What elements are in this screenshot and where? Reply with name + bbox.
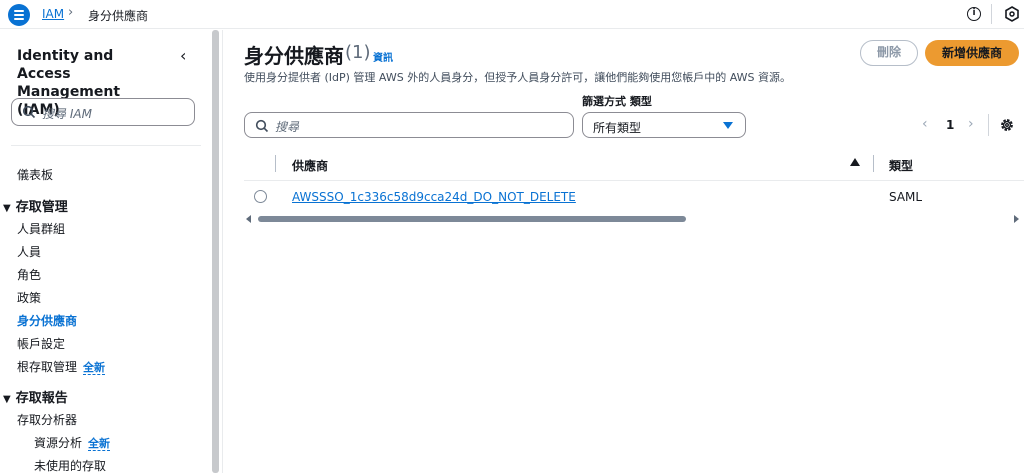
page-title: 身分供應商 [244,44,344,68]
type-filter-value: 所有類型 [593,121,642,135]
column-header-type[interactable]: 類型 [889,157,913,174]
new-badge: 全新 [83,361,106,375]
chevron-left-icon[interactable]: ‹ [180,46,186,65]
sidebar: Identity and Access Management (IAM) ‹ 搜… [0,30,222,473]
sidebar-item-dashboard[interactable]: 儀表板 [17,166,53,183]
sidebar-item-user-groups[interactable]: 人員群組 [17,220,65,237]
delete-button[interactable]: 刪除 [860,40,918,66]
sidebar-search-placeholder: 搜尋 IAM [42,107,92,121]
column-divider [275,155,276,172]
sidebar-item-resource-analysis[interactable]: 資源分析 全新 [34,434,111,451]
pagination-divider [988,114,989,136]
breadcrumb-current: 身分供應商 [88,9,149,23]
sidebar-item-unused-access[interactable]: 未使用的存取 [34,457,106,473]
sidebar-item-access-analyzer[interactable]: 存取分析器 [17,411,77,428]
scroll-right-icon[interactable] [1014,215,1019,223]
sidebar-border [222,30,223,473]
sidebar-item-identity-providers[interactable]: 身分供應商 [17,312,77,329]
caret-down-icon: ▼ [3,203,11,214]
add-provider-button[interactable]: 新增供應商 [925,40,1019,66]
type-filter-select[interactable]: 所有類型 [582,112,746,138]
filter-type-label: 篩選方式 類型 [582,95,652,108]
provider-name-link[interactable]: AWSSSO_1c336c58d9cca24d_DO_NOT_DELETE [292,190,576,204]
scroll-left-icon[interactable] [246,215,251,223]
sidebar-section-access-reports[interactable]: ▼ 存取報告 [3,387,68,406]
sort-ascending-icon[interactable] [850,158,860,166]
provider-type: SAML [889,190,923,204]
current-page[interactable]: 1 [946,118,954,132]
new-badge: 全新 [88,437,111,451]
column-header-provider[interactable]: 供應商 [292,157,328,174]
sidebar-item-root-access[interactable]: 根存取管理 全新 [17,358,106,375]
top-bar: IAM › 身分供應商 i [0,0,1024,29]
table-header-border [244,180,1024,181]
provider-count: (1) [345,42,371,63]
sidebar-item-policies[interactable]: 政策 [17,289,41,306]
sidebar-item-roles[interactable]: 角色 [17,266,41,283]
column-divider[interactable] [873,155,874,172]
menu-icon[interactable] [8,4,30,26]
search-icon [22,105,36,119]
caret-down-icon [723,122,733,129]
gear-icon[interactable] [999,117,1015,133]
sidebar-section-access-management[interactable]: ▼ 存取管理 [3,196,68,215]
notifications-icon[interactable] [1004,6,1020,22]
sidebar-scrollbar[interactable] [212,30,219,473]
sidebar-item-account-settings[interactable]: 帳戶設定 [17,335,65,352]
search-placeholder: 搜尋 [275,120,300,134]
sidebar-item-users[interactable]: 人員 [17,243,41,260]
sidebar-divider [11,145,201,146]
page-description: 使用身分提供者 (IdP) 管理 AWS 外的人員身分，但授予人員身分許可，讓他… [244,71,791,84]
breadcrumb-iam-link[interactable]: IAM [42,7,64,21]
caret-down-icon: ▼ [3,394,11,405]
horizontal-scrollbar[interactable] [258,216,686,222]
provider-search-input[interactable]: 搜尋 [244,112,574,138]
next-page-icon[interactable]: › [968,116,974,132]
previous-page-icon[interactable]: ‹ [922,116,928,132]
chevron-right-icon: › [68,5,74,20]
sidebar-search-input[interactable]: 搜尋 IAM [11,98,195,126]
top-bar-divider [991,4,992,24]
search-icon [255,119,269,133]
info-link[interactable]: 資訊 [373,49,393,64]
info-icon[interactable]: i [967,7,981,21]
row-select-radio[interactable] [254,190,267,203]
